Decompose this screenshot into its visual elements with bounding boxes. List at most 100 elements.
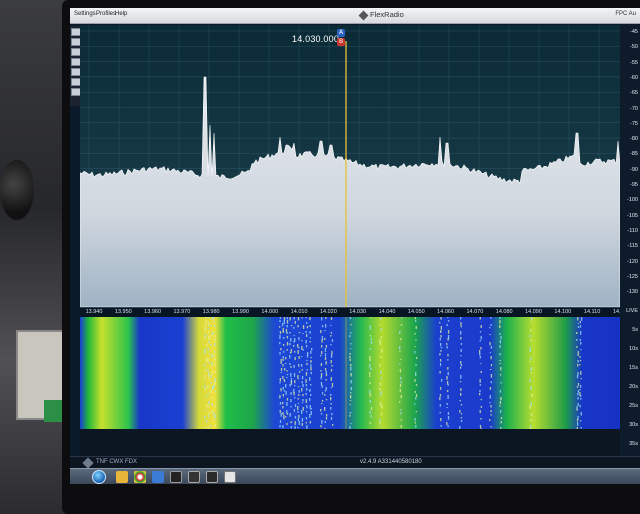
cw-signal-mark bbox=[530, 394, 533, 397]
dbm-tick-label: -125 bbox=[626, 273, 638, 280]
cw-signal-mark bbox=[214, 381, 216, 385]
cw-signal-mark bbox=[290, 338, 292, 342]
slice-a-flag[interactable]: A bbox=[337, 29, 345, 37]
cw-signal-mark bbox=[285, 357, 287, 360]
monitor-screen: Settings Profiles Help FlexRadio FPC Au bbox=[70, 8, 640, 484]
slice-frequency[interactable]: 14.030.000 bbox=[292, 34, 339, 44]
cw-signal-mark bbox=[301, 340, 303, 342]
spectrum-plot bbox=[80, 25, 620, 307]
cw-signal-mark bbox=[208, 353, 211, 355]
cw-signal-mark bbox=[205, 410, 208, 412]
freq-tick-label: 13.950 bbox=[114, 309, 132, 315]
cw-signal-mark bbox=[369, 364, 371, 368]
menu-settings[interactable]: Settings bbox=[74, 11, 96, 17]
cw-signal-mark bbox=[309, 331, 311, 334]
cw-signal-mark bbox=[399, 384, 402, 387]
waterfall[interactable] bbox=[80, 317, 620, 429]
cw-signal-mark bbox=[350, 332, 352, 334]
status-flags[interactable]: TNF CWX FDX bbox=[96, 459, 137, 465]
cw-signal-mark bbox=[208, 412, 210, 415]
cw-signal-mark bbox=[490, 410, 492, 413]
cw-signal-mark bbox=[293, 409, 296, 412]
cw-signal-mark bbox=[210, 344, 212, 346]
cw-signal-mark bbox=[379, 402, 382, 406]
cw-signal-mark bbox=[579, 389, 581, 391]
smartsdr-icon[interactable] bbox=[170, 471, 182, 483]
cw-signal-mark bbox=[580, 342, 582, 345]
cw-signal-mark bbox=[310, 372, 312, 375]
cw-signal-mark bbox=[297, 398, 299, 400]
cw-signal-mark bbox=[309, 337, 311, 339]
cw-signal-mark bbox=[369, 325, 371, 329]
cw-signal-mark bbox=[331, 383, 334, 387]
menu-profiles[interactable]: Profiles bbox=[96, 11, 116, 17]
cw-signal-mark bbox=[490, 346, 493, 349]
cw-signal-mark bbox=[289, 363, 291, 365]
cw-signal-mark bbox=[279, 331, 282, 334]
cw-signal-mark bbox=[460, 337, 462, 340]
panadapter[interactable]: 14.030.000 A B bbox=[80, 25, 620, 307]
cw-signal-mark bbox=[305, 393, 307, 396]
cw-signal-mark bbox=[499, 317, 501, 320]
cw-signal-mark bbox=[440, 326, 443, 330]
cw-signal-mark bbox=[369, 335, 372, 337]
dbm-tick-label: -120 bbox=[626, 258, 638, 265]
cw-signal-mark bbox=[297, 350, 299, 354]
menu-help[interactable]: Help bbox=[115, 11, 127, 17]
cw-signal-mark bbox=[213, 332, 215, 334]
cw-signal-mark bbox=[310, 408, 312, 410]
cw-signal-mark bbox=[298, 347, 300, 349]
app-icon[interactable] bbox=[188, 471, 200, 483]
cw-signal-mark bbox=[302, 407, 304, 411]
cw-signal-mark bbox=[530, 425, 532, 429]
cw-signal-mark bbox=[530, 367, 533, 371]
cw-signal-mark bbox=[349, 400, 352, 402]
cw-signal-mark bbox=[325, 361, 327, 365]
cw-signal-mark bbox=[282, 364, 284, 367]
cw-signal-mark bbox=[500, 367, 502, 371]
slice-b-flag[interactable]: B bbox=[337, 38, 345, 46]
app-icon[interactable] bbox=[206, 471, 218, 483]
cw-signal-mark bbox=[310, 384, 312, 386]
app-icon[interactable] bbox=[152, 471, 164, 483]
freq-tick-label: 14.110 bbox=[583, 309, 601, 315]
dbm-tick-label: -130 bbox=[626, 289, 638, 296]
cw-signal-mark bbox=[205, 334, 207, 337]
cw-signal-mark bbox=[400, 359, 402, 361]
cw-signal-mark bbox=[447, 384, 449, 386]
explorer-icon[interactable] bbox=[116, 471, 128, 483]
cw-signal-mark bbox=[282, 337, 285, 339]
cw-signal-mark bbox=[350, 392, 352, 394]
cw-signal-mark bbox=[579, 405, 581, 408]
app-icon[interactable] bbox=[224, 471, 236, 483]
cw-signal-mark bbox=[301, 381, 303, 384]
freq-tick-label: 14.040 bbox=[378, 309, 396, 315]
dbm-tick-label: -100 bbox=[626, 197, 638, 204]
cw-signal-mark bbox=[399, 389, 401, 393]
cw-signal-mark bbox=[321, 400, 324, 402]
frequency-axis[interactable]: 13.940 13.950 13.960 13.970 13.980 13.990 14.0… bbox=[80, 307, 630, 317]
cw-signal-mark bbox=[309, 317, 311, 321]
cw-signal-mark bbox=[349, 415, 351, 417]
cw-signal-mark bbox=[489, 352, 491, 354]
cw-signal-mark bbox=[479, 410, 481, 414]
app-menubar: Settings Profiles Help FlexRadio FPC Au bbox=[70, 8, 640, 24]
start-button-icon[interactable] bbox=[92, 470, 106, 484]
cw-signal-mark bbox=[331, 413, 333, 416]
cw-signal-mark bbox=[324, 357, 327, 361]
cw-signal-mark bbox=[293, 373, 296, 377]
cw-signal-mark bbox=[320, 370, 322, 372]
cw-signal-mark bbox=[289, 384, 291, 387]
cw-signal-mark bbox=[379, 382, 382, 386]
cw-signal-mark bbox=[325, 374, 328, 377]
cw-signal-mark bbox=[399, 346, 401, 350]
cw-signal-mark bbox=[490, 356, 492, 360]
cw-signal-mark bbox=[439, 322, 441, 324]
cw-signal-mark bbox=[369, 390, 371, 394]
chrome-icon[interactable] bbox=[134, 471, 146, 483]
cw-signal-mark bbox=[380, 377, 382, 380]
cw-signal-mark bbox=[447, 372, 449, 376]
cw-signal-mark bbox=[282, 376, 284, 380]
cw-signal-mark bbox=[530, 413, 533, 417]
dbm-scale[interactable]: -45 -50 -55 -60 -65 -70 -75 -80 -85 -90 -95 -100 -10… bbox=[620, 25, 640, 307]
